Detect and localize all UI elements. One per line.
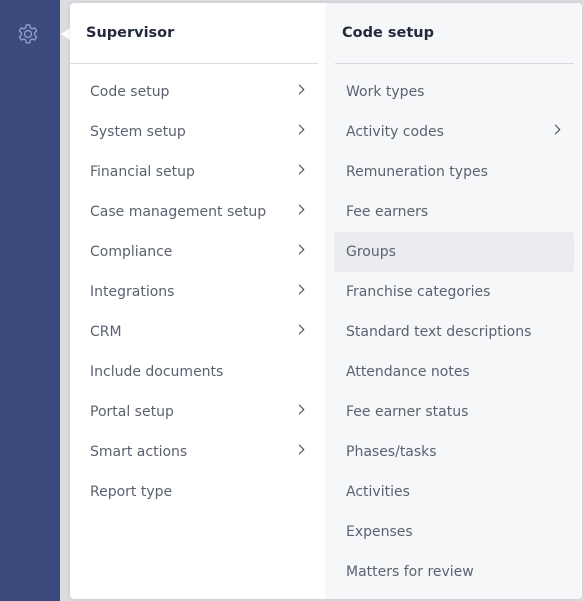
menu-item-label: Integrations — [90, 284, 175, 300]
menu-item-compliance[interactable]: Compliance — [78, 232, 318, 272]
menu-item-label: CRM — [90, 324, 122, 340]
submenu-item-label: Franchise categories — [346, 284, 491, 300]
chevron-right-icon — [294, 284, 305, 295]
menu-item-label: Financial setup — [90, 164, 195, 180]
submenu-item-attendance-notes[interactable]: Attendance notes — [334, 352, 574, 392]
gear-icon[interactable] — [15, 21, 41, 47]
menu-item-crm[interactable]: CRM — [78, 312, 318, 352]
submenu-item-groups[interactable]: Groups — [334, 232, 574, 272]
chevron-right-icon — [294, 324, 305, 335]
menu-item-case-management-setup[interactable]: Case management setup — [78, 192, 318, 232]
submenu-item-fee-earner-status[interactable]: Fee earner status — [334, 392, 574, 432]
submenu-item-label: Groups — [346, 244, 396, 260]
menu-item-label: Report type — [90, 484, 173, 500]
submenu-item-label: Fee earner status — [346, 404, 469, 420]
chevron-right-icon — [294, 124, 305, 135]
chevron-right-icon — [550, 124, 561, 135]
submenu-item-label: Fee earners — [346, 204, 429, 220]
submenu-item-franchise-categories[interactable]: Franchise categories — [334, 272, 574, 312]
submenu-item-label: Activities — [346, 484, 410, 500]
submenu-item-label: Standard text descriptions — [346, 324, 532, 340]
submenu-item-remuneration-types[interactable]: Remuneration types — [334, 152, 574, 192]
chevron-right-icon — [294, 204, 305, 215]
submenu-item-matters-for-review[interactable]: Matters for review — [334, 552, 574, 592]
submenu-item-label: Attendance notes — [346, 364, 470, 380]
submenu-item-work-types[interactable]: Work types — [334, 72, 574, 112]
chevron-right-icon — [294, 244, 305, 255]
menu-item-label: Portal setup — [90, 404, 174, 420]
chevron-right-icon — [294, 444, 305, 455]
menu-divider — [70, 63, 318, 64]
submenu-divider — [335, 63, 574, 64]
menu-item-label: Code setup — [90, 84, 170, 100]
submenu-item-label: Phases/tasks — [346, 444, 437, 460]
app-sidebar — [0, 0, 60, 601]
menu-item-label: Case management setup — [90, 204, 267, 220]
submenu-item-activities[interactable]: Activities — [334, 472, 574, 512]
submenu-item-label: Expenses — [346, 524, 413, 540]
menu-item-smart-actions[interactable]: Smart actions — [78, 432, 318, 472]
submenu-item-activity-codes[interactable]: Activity codes — [334, 112, 574, 152]
menu-item-label: System setup — [90, 124, 186, 140]
submenu-item-label: Matters for review — [346, 564, 474, 580]
submenu-item-expenses[interactable]: Expenses — [334, 512, 574, 552]
supervisor-menu: Supervisor Code setup Code setup System s… — [70, 3, 582, 599]
chevron-right-icon — [294, 164, 305, 175]
submenu-item-phases-tasks[interactable]: Phases/tasks — [334, 432, 574, 472]
menu-item-include-documents[interactable]: Include documents — [78, 352, 318, 392]
menu-title: Supervisor — [86, 25, 175, 41]
menu-item-label: Compliance — [90, 244, 173, 260]
submenu-title: Code setup — [342, 25, 434, 41]
menu-item-label: Include documents — [90, 364, 224, 380]
menu-item-label: Smart actions — [90, 444, 188, 460]
submenu-item-standard-text-descriptions[interactable]: Standard text descriptions — [334, 312, 574, 352]
menu-pointer — [61, 28, 70, 40]
chevron-right-icon — [294, 404, 305, 415]
menu-item-financial-setup[interactable]: Financial setup — [78, 152, 318, 192]
menu-item-system-setup[interactable]: System setup — [78, 112, 318, 152]
submenu-item-label: Remuneration types — [346, 164, 488, 180]
menu-item-portal-setup[interactable]: Portal setup — [78, 392, 318, 432]
submenu-item-fee-earners[interactable]: Fee earners — [334, 192, 574, 232]
chevron-right-icon — [294, 84, 305, 95]
menu-item-report-type[interactable]: Report type — [78, 472, 318, 512]
submenu-item-label: Activity codes — [346, 124, 444, 140]
submenu-item-label: Work types — [346, 84, 425, 100]
menu-item-code-setup[interactable]: Code setup — [78, 72, 318, 112]
menu-item-integrations[interactable]: Integrations — [78, 272, 318, 312]
